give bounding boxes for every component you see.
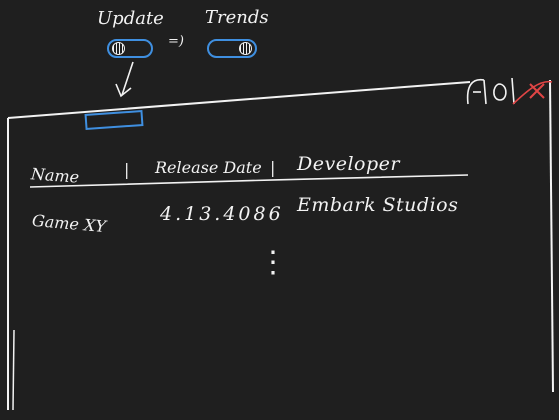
column-separator: |: [270, 158, 276, 177]
update-toggle[interactable]: [107, 39, 153, 58]
trends-label: Trends: [205, 7, 269, 28]
column-header-release-date: Release Date: [155, 158, 262, 177]
trends-toggle[interactable]: [207, 39, 257, 58]
more-rows-indicator: ⋮: [258, 245, 288, 280]
cell-developer: Embark Studios: [297, 194, 459, 216]
column-separator: |: [124, 160, 130, 179]
close-button[interactable]: [514, 78, 554, 106]
cell-release-date: 4.13.4086: [160, 203, 284, 225]
toggle-knob-icon: [239, 42, 252, 55]
arrow-glyph: =): [168, 34, 184, 49]
update-label: Update: [97, 8, 164, 29]
maximize-button[interactable]: [490, 78, 514, 106]
sketch-canvas: Update Trends =) Name | Release Date | D…: [0, 0, 559, 420]
column-header-developer: Developer: [297, 153, 400, 175]
toggle-knob-icon: [112, 42, 125, 55]
minimize-button[interactable]: [468, 78, 490, 106]
column-header-name: Name: [30, 164, 80, 187]
